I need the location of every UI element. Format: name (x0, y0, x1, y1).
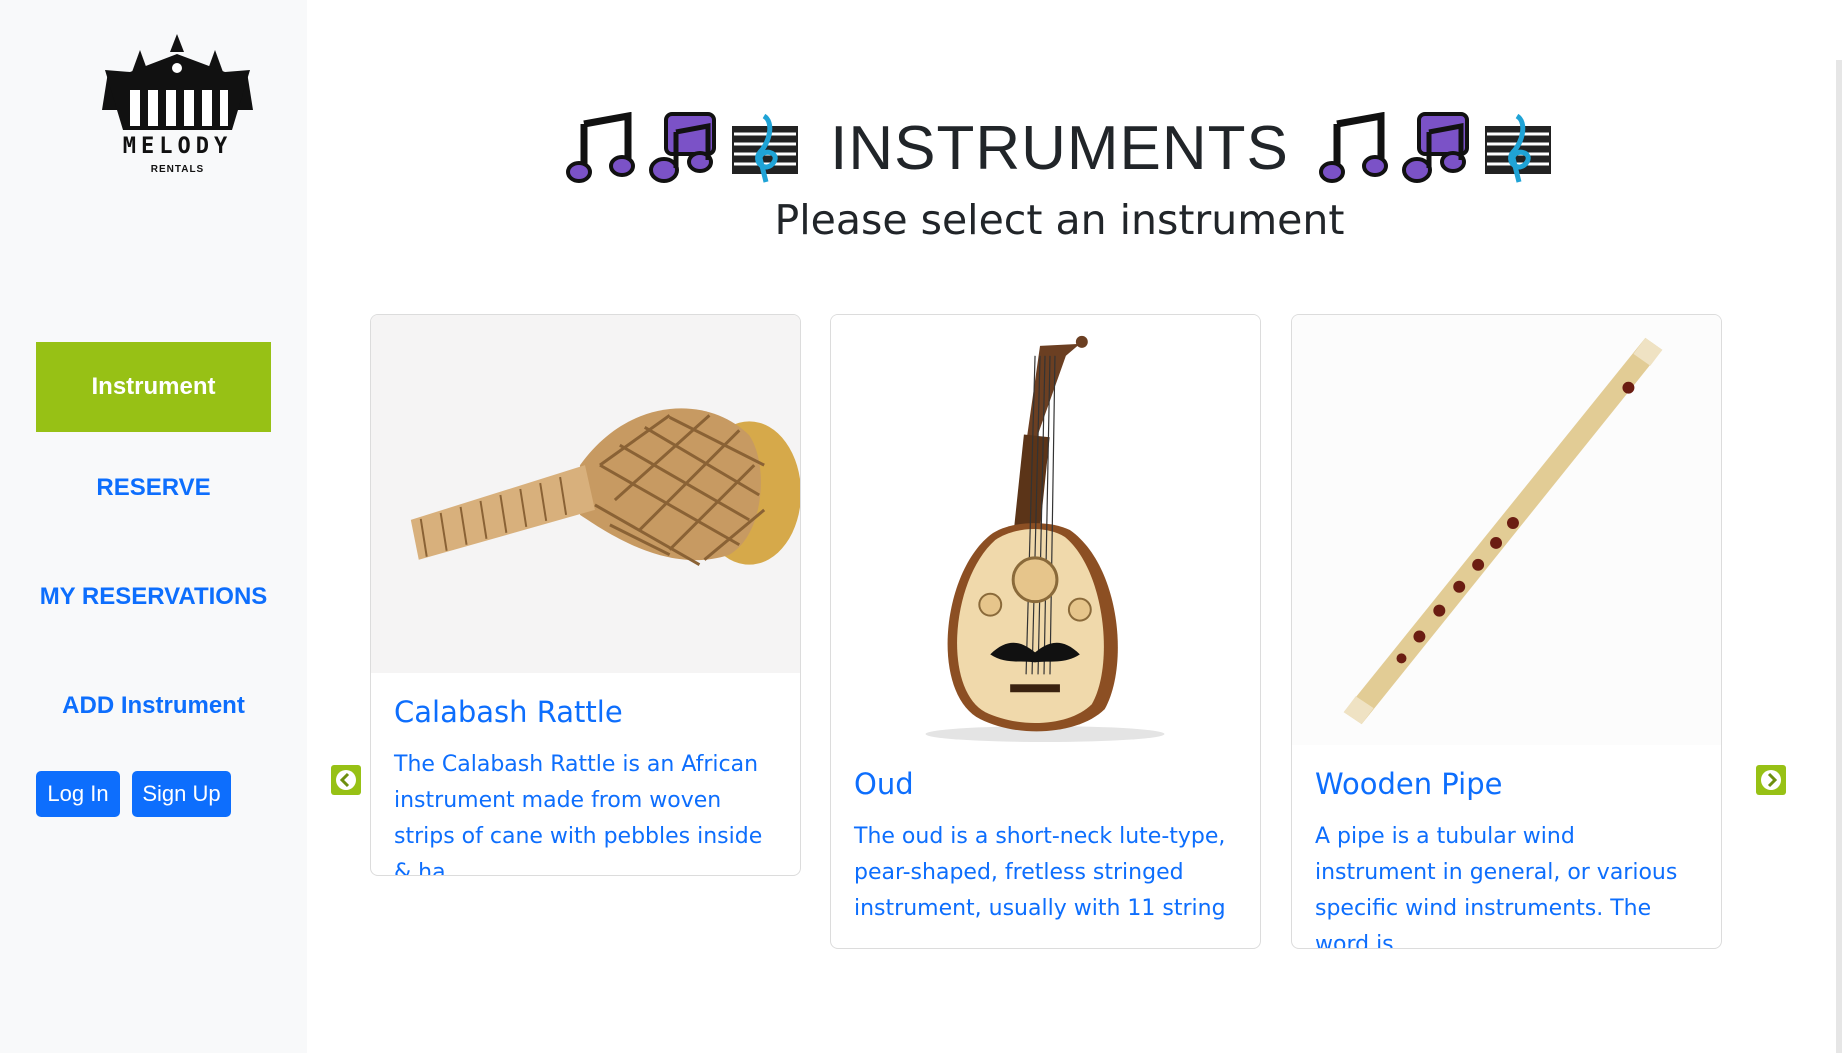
card-body: Calabash Rattle The Calabash Rattle is a… (371, 673, 800, 876)
instrument-description: The Calabash Rattle is an African instru… (394, 752, 763, 876)
musical-score-icon (1484, 113, 1551, 183)
login-button[interactable]: Log In (36, 771, 120, 817)
chevron-left-icon (336, 770, 356, 790)
instrument-description: A pipe is a tubular wind instrument in g… (1315, 824, 1678, 949)
instrument-name[interactable]: Calabash Rattle (394, 695, 777, 729)
instrument-image[interactable] (371, 315, 800, 673)
musical-notes-icon (566, 112, 636, 183)
brand-subtitle: RENTALS (150, 164, 205, 175)
instrument-description: The oud is a short-neck lute-type, pear-… (854, 824, 1226, 949)
multiple-notes-icon (1401, 112, 1469, 183)
musical-notes-icon (1318, 112, 1388, 183)
brand-logo[interactable]: MELODY RENTALS (100, 30, 255, 180)
sidebar-item-my-reservations[interactable]: MY RESERVATIONS (36, 579, 271, 615)
sidebar: MELODY RENTALS Instrument RESERVE MY RES… (0, 0, 307, 1053)
sidebar-item-add-instrument[interactable]: ADD Instrument (36, 688, 271, 724)
calabash-rattle-image (410, 408, 800, 566)
page-scrollbar[interactable] (1836, 60, 1842, 1053)
instrument-name[interactable]: Wooden Pipe (1315, 767, 1698, 801)
app-root: MELODY RENTALS Instrument RESERVE MY RES… (0, 0, 1842, 1053)
page-subtitle: Please select an instrument (774, 196, 1345, 244)
carousel-next-button[interactable] (1756, 765, 1786, 795)
chevron-right-icon (1761, 770, 1781, 790)
card-body: Oud The oud is a short-neck lute-type, p… (831, 745, 1260, 949)
oud-image (925, 335, 1165, 743)
sidebar-item-reserve[interactable]: RESERVE (36, 470, 271, 506)
instrument-card[interactable]: Oud The oud is a short-neck lute-type, p… (830, 314, 1261, 949)
musical-score-icon (732, 113, 799, 183)
carousel-prev-button[interactable] (331, 765, 361, 795)
instrument-name[interactable]: Oud (854, 767, 1237, 801)
sidebar-item-instrument[interactable]: Instrument (36, 342, 271, 432)
instrument-image[interactable] (831, 315, 1260, 745)
signup-button[interactable]: Sign Up (132, 771, 231, 817)
crown-keyboard-icon (102, 34, 253, 130)
brand-name: MELODY (122, 134, 233, 159)
title-row: INSTRUMENTS (307, 108, 1812, 188)
instrument-image[interactable] (1292, 315, 1721, 745)
multiple-notes-icon (649, 112, 717, 183)
instrument-card[interactable]: Calabash Rattle The Calabash Rattle is a… (370, 314, 801, 876)
card-body: Wooden Pipe A pipe is a tubular wind ins… (1292, 745, 1721, 949)
page-header: INSTRUMENTS Please select an instrument (307, 108, 1812, 244)
wooden-pipe-image (1343, 337, 1663, 725)
instrument-card[interactable]: Wooden Pipe A pipe is a tubular wind ins… (1291, 314, 1722, 949)
page-title: INSTRUMENTS (830, 113, 1289, 183)
